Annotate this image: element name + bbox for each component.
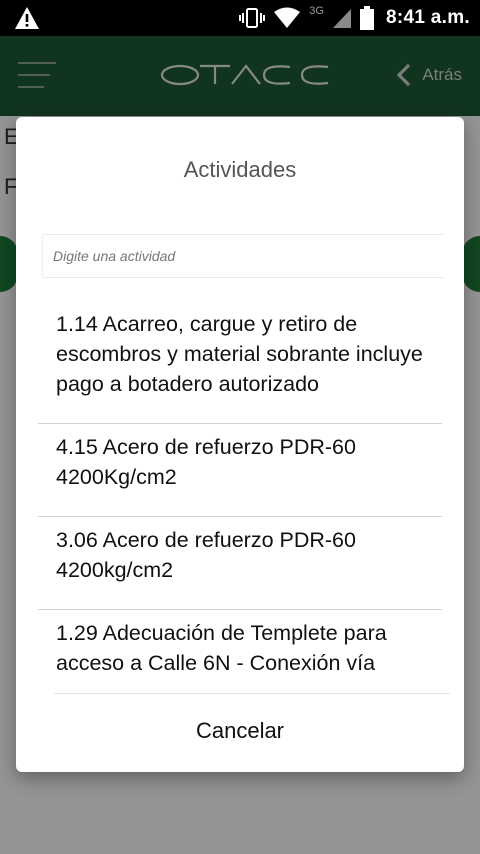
dialog-title: Actividades (183, 157, 297, 182)
battery-icon (359, 6, 374, 30)
vibrate-icon (239, 8, 266, 28)
warning-icon (15, 7, 39, 29)
list-item[interactable]: 4.15 Acero de refuerzo PDR-60 4200Kg/cm2 (38, 424, 442, 517)
list-item[interactable]: 1.29 Adecuación de Templete para acceso … (38, 610, 442, 693)
network-type: 3G (309, 5, 324, 17)
activities-dialog: Actividades 1.14 Acarreo, cargue y retir… (16, 117, 464, 772)
activity-list: 1.14 Acarreo, cargue y retiro de escombr… (38, 303, 442, 693)
signal-icon (332, 9, 351, 28)
status-icons: 3G 8:41 a.m. (239, 0, 470, 36)
wifi-icon (274, 7, 301, 28)
cancel-button[interactable]: Cancelar (16, 709, 464, 753)
footer-divider (54, 693, 450, 694)
list-item[interactable]: 1.14 Acarreo, cargue y retiro de escombr… (38, 303, 442, 424)
search-input[interactable] (42, 234, 444, 278)
list-item[interactable]: 3.06 Acero de refuerzo PDR-60 4200kg/cm2 (38, 517, 442, 610)
clock: 8:41 a.m. (385, 7, 470, 28)
status-bar: 3G 8:41 a.m. (0, 0, 480, 36)
